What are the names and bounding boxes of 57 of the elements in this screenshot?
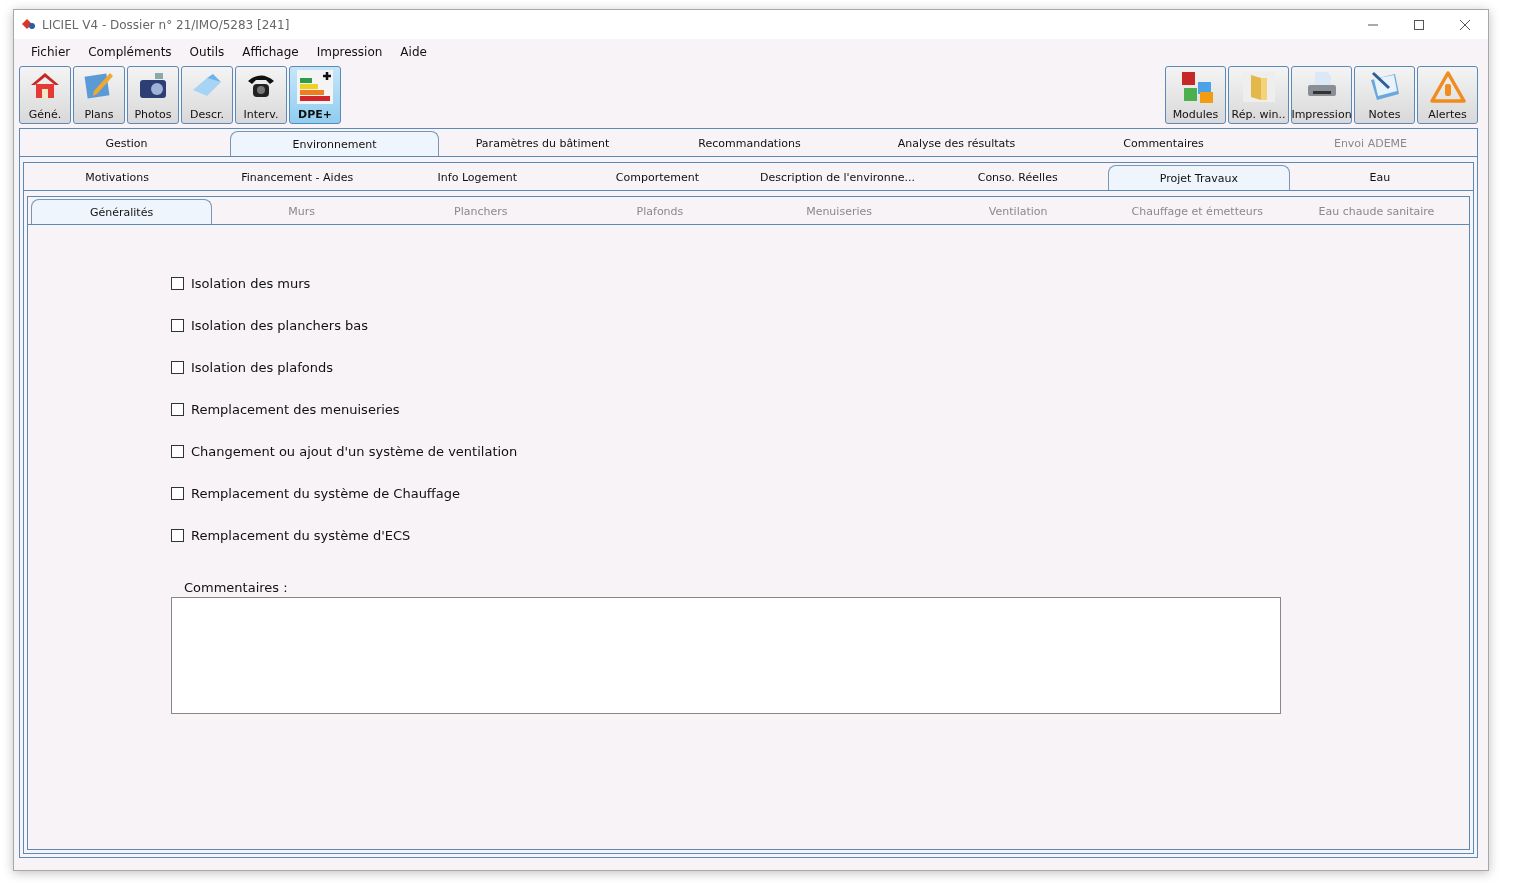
maximize-icon[interactable] — [1413, 18, 1425, 31]
toolbar-button[interactable]: Alertes — [1417, 66, 1478, 124]
tab[interactable]: Gestion — [23, 131, 230, 156]
tab[interactable]: Description de l'environne... — [747, 165, 928, 190]
tab[interactable]: Eau — [1289, 165, 1470, 190]
comments-field[interactable] — [171, 597, 1281, 714]
checkbox-label: Remplacement des menuiseries — [191, 402, 400, 417]
tab[interactable]: Commentaires — [1060, 131, 1267, 156]
checkbox-label: Remplacement du système d'ECS — [191, 528, 411, 543]
tab[interactable]: Info Logement — [387, 165, 568, 190]
toolbar-button[interactable]: Géné. — [19, 66, 71, 124]
tab[interactable]: Conso. Réelles — [927, 165, 1108, 190]
toolbar-button[interactable]: Descr. — [181, 66, 233, 124]
checkbox[interactable] — [171, 529, 184, 542]
toolbar-button[interactable]: Rép. win.. — [1228, 66, 1289, 124]
tab[interactable]: Recommandations — [646, 131, 853, 156]
menu-item[interactable]: Aide — [391, 44, 436, 59]
menu-item[interactable]: Fichier — [22, 44, 80, 59]
toolbar-button[interactable]: Modules — [1165, 66, 1226, 124]
tab[interactable]: Paramètres du bâtiment — [439, 131, 646, 156]
house-icon — [29, 70, 61, 100]
tab[interactable]: Généralités — [31, 199, 213, 224]
close-icon[interactable] — [1459, 18, 1471, 31]
checkbox-label: Isolation des plafonds — [191, 360, 333, 375]
tab[interactable]: Comportement — [567, 165, 748, 190]
checkbox-label: Isolation des murs — [191, 276, 311, 291]
menu-item[interactable]: Impression — [307, 44, 392, 59]
menu-item[interactable]: Outils — [180, 44, 234, 59]
checkbox-label: Isolation des planchers bas — [191, 318, 369, 333]
tab[interactable]: Financement - Aides — [207, 165, 388, 190]
toolbar-button[interactable]: DPE+ — [289, 66, 341, 124]
checkbox[interactable] — [171, 319, 184, 332]
checkbox[interactable] — [171, 361, 184, 374]
blueprint-pencil-icon — [83, 70, 115, 100]
tab[interactable]: Environnement — [230, 131, 439, 156]
toolbar-button[interactable]: Plans — [73, 66, 125, 124]
tab[interactable]: Analyse des résultats — [853, 131, 1060, 156]
window-title: LICIEL V4 - Dossier n° 21/IMO/5283 [241] — [42, 17, 290, 32]
comments-label: Commentaires : — [183, 580, 289, 595]
toolbar-button[interactable]: Photos — [127, 66, 179, 124]
energy-label-icon — [297, 70, 333, 104]
checkbox[interactable] — [171, 487, 184, 500]
tab[interactable]: Projet Travaux — [1107, 165, 1290, 190]
toolbar-button[interactable]: Notes — [1354, 66, 1415, 124]
checkbox[interactable] — [171, 403, 184, 416]
tab[interactable]: Motivations — [27, 165, 208, 190]
menu-item[interactable]: Affichage — [233, 44, 308, 59]
warning-icon — [1429, 70, 1466, 104]
menu-item[interactable]: Compléments — [79, 44, 181, 59]
toolbar-button[interactable]: Impression — [1291, 66, 1352, 124]
toolbar-button[interactable]: Interv. — [235, 66, 287, 124]
checkbox-label: Changement ou ajout d'un système de ventilation — [191, 444, 518, 459]
camera-icon — [137, 70, 169, 100]
checkbox[interactable] — [171, 277, 184, 290]
checkbox[interactable] — [171, 445, 184, 458]
app-logo-icon — [21, 17, 37, 32]
checkbox-label: Remplacement du système de Chauffage — [191, 486, 461, 501]
